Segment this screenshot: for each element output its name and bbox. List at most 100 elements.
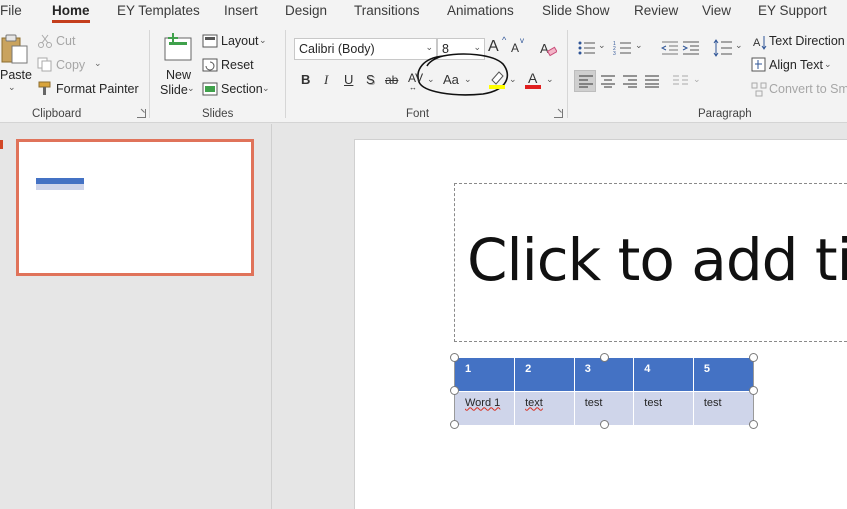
resize-handle[interactable] <box>600 420 609 429</box>
change-case-button[interactable]: Aa <box>443 72 459 87</box>
ribbon: Paste ⌄ Cut Copy ⌄ Format Painter Clipbo… <box>0 24 847 123</box>
title-placeholder-text: Click to add title <box>467 226 847 294</box>
paragraph-group-label: Paragraph <box>698 108 752 120</box>
tab-home[interactable]: Home <box>52 3 90 18</box>
italic-button[interactable]: I <box>324 72 328 88</box>
numbering-dropdown-chevron-icon[interactable]: ⌄ <box>635 40 643 51</box>
svg-text:A: A <box>753 37 761 49</box>
grow-font-arrow-icon: ^ <box>502 35 507 45</box>
table-cell-editing[interactable]: Word 1 <box>455 390 516 425</box>
resize-handle[interactable] <box>450 420 459 429</box>
font-dialog-launcher-icon[interactable] <box>554 109 563 118</box>
table-header-row: 1 2 3 4 5 <box>455 358 753 391</box>
clipboard-dialog-launcher-icon[interactable] <box>137 109 146 118</box>
layout-dropdown-chevron-icon[interactable]: ⌄ <box>259 35 267 46</box>
underline-button[interactable]: U <box>344 72 353 87</box>
table-cell[interactable]: test <box>633 390 694 425</box>
columns-dropdown-chevron-icon[interactable]: ⌄ <box>693 74 701 85</box>
clipboard-group-label: Clipboard <box>32 108 82 120</box>
font-color-dropdown-chevron-icon[interactable]: ⌄ <box>546 74 554 85</box>
numbering-icon[interactable]: 123 <box>613 40 633 56</box>
justify-icon[interactable] <box>644 74 660 88</box>
resize-handle[interactable] <box>749 420 758 429</box>
slide-thumbnail-1[interactable] <box>16 139 254 276</box>
table-header-cell[interactable]: 4 <box>633 358 694 391</box>
new-slide-label-line1[interactable]: New <box>166 68 191 82</box>
tab-view[interactable]: View <box>702 3 731 18</box>
align-center-icon[interactable] <box>600 74 616 88</box>
paste-button[interactable]: Paste <box>0 68 32 82</box>
decrease-indent-icon[interactable] <box>661 40 679 56</box>
font-color-button[interactable]: A <box>528 70 537 86</box>
align-right-icon[interactable] <box>622 74 638 88</box>
tab-animations[interactable]: Animations <box>447 3 514 18</box>
align-left-icon[interactable] <box>578 74 594 88</box>
layout-icon <box>202 34 218 48</box>
table-header-cell[interactable]: 1 <box>455 358 516 391</box>
tab-file[interactable]: File <box>0 3 22 18</box>
table-header-cell[interactable]: 2 <box>514 358 575 391</box>
highlight-dropdown-chevron-icon[interactable]: ⌄ <box>509 74 517 85</box>
change-case-dropdown-chevron-icon[interactable]: ⌄ <box>464 74 472 85</box>
tab-transitions[interactable]: Transitions <box>354 3 420 18</box>
resize-handle[interactable] <box>600 353 609 362</box>
tab-insert[interactable]: Insert <box>224 3 258 18</box>
line-spacing-icon[interactable] <box>713 39 733 57</box>
ribbon-tab-bar: File Home EY Templates Insert Design Tra… <box>0 0 847 24</box>
text-direction-icon: A <box>753 36 767 50</box>
title-placeholder[interactable]: Click to add title <box>454 183 847 342</box>
align-text-dropdown-chevron-icon[interactable]: ⌄ <box>824 59 832 70</box>
cut-button[interactable]: Cut <box>56 34 75 48</box>
slide-table[interactable]: 1 2 3 4 5 Word 1 text test test test <box>455 358 753 425</box>
bullets-icon[interactable] <box>577 40 597 56</box>
smartart-icon <box>751 82 767 97</box>
increase-indent-icon[interactable] <box>682 40 700 56</box>
tab-slide-show[interactable]: Slide Show <box>542 3 610 18</box>
font-name-value: Calibri (Body) <box>299 42 375 56</box>
svg-text:3: 3 <box>613 51 616 56</box>
clear-formatting-icon[interactable]: A <box>539 40 557 58</box>
thumbnail-table-preview <box>36 178 84 190</box>
strikethrough-button[interactable]: ab <box>385 73 398 87</box>
reset-button[interactable]: Reset <box>221 58 254 72</box>
table-header-cell[interactable]: 5 <box>693 358 753 391</box>
tab-review[interactable]: Review <box>634 3 678 18</box>
bullets-dropdown-chevron-icon[interactable]: ⌄ <box>598 40 606 51</box>
table-cell-text: text <box>525 396 543 409</box>
character-spacing-dropdown-chevron-icon[interactable]: ⌄ <box>427 74 435 85</box>
text-direction-button[interactable]: Text Direction <box>769 34 845 48</box>
table-cell[interactable]: text <box>514 390 575 425</box>
resize-handle[interactable] <box>749 386 758 395</box>
shadow-button[interactable]: S <box>366 72 375 87</box>
group-divider <box>149 30 150 118</box>
table-cell[interactable]: test <box>693 390 753 425</box>
bold-button[interactable]: B <box>301 72 310 87</box>
copy-button[interactable]: Copy <box>56 58 85 72</box>
columns-icon[interactable] <box>672 74 690 88</box>
table-header-cell[interactable]: 3 <box>574 358 635 391</box>
line-spacing-dropdown-chevron-icon[interactable]: ⌄ <box>735 40 743 51</box>
svg-text:A: A <box>540 41 549 56</box>
paste-dropdown-chevron-icon[interactable]: ⌄ <box>8 82 16 93</box>
section-button[interactable]: Section <box>221 82 263 96</box>
layout-button[interactable]: Layout <box>221 34 259 48</box>
highlight-color-swatch <box>489 85 505 89</box>
convert-to-smartart-button[interactable]: Convert to SmartArt <box>769 82 847 96</box>
format-painter-button[interactable]: Format Painter <box>56 82 139 96</box>
new-slide-button[interactable]: Slide <box>160 83 188 97</box>
copy-dropdown-chevron-icon[interactable]: ⌄ <box>94 58 102 69</box>
resize-handle[interactable] <box>450 386 459 395</box>
copy-icon <box>37 57 52 72</box>
resize-handle[interactable] <box>749 353 758 362</box>
align-text-button[interactable]: Align Text <box>769 58 823 72</box>
section-dropdown-chevron-icon[interactable]: ⌄ <box>262 83 270 94</box>
group-divider <box>567 30 568 118</box>
highlight-pen-icon[interactable] <box>488 70 506 90</box>
tab-ey-support[interactable]: EY Support <box>758 3 827 18</box>
tab-design[interactable]: Design <box>285 3 327 18</box>
new-slide-dropdown-chevron-icon[interactable]: ⌄ <box>187 83 195 94</box>
tab-ey-templates[interactable]: EY Templates <box>117 3 200 18</box>
current-slide-marker <box>0 140 3 149</box>
resize-handle[interactable] <box>450 353 459 362</box>
align-text-icon <box>751 57 766 72</box>
